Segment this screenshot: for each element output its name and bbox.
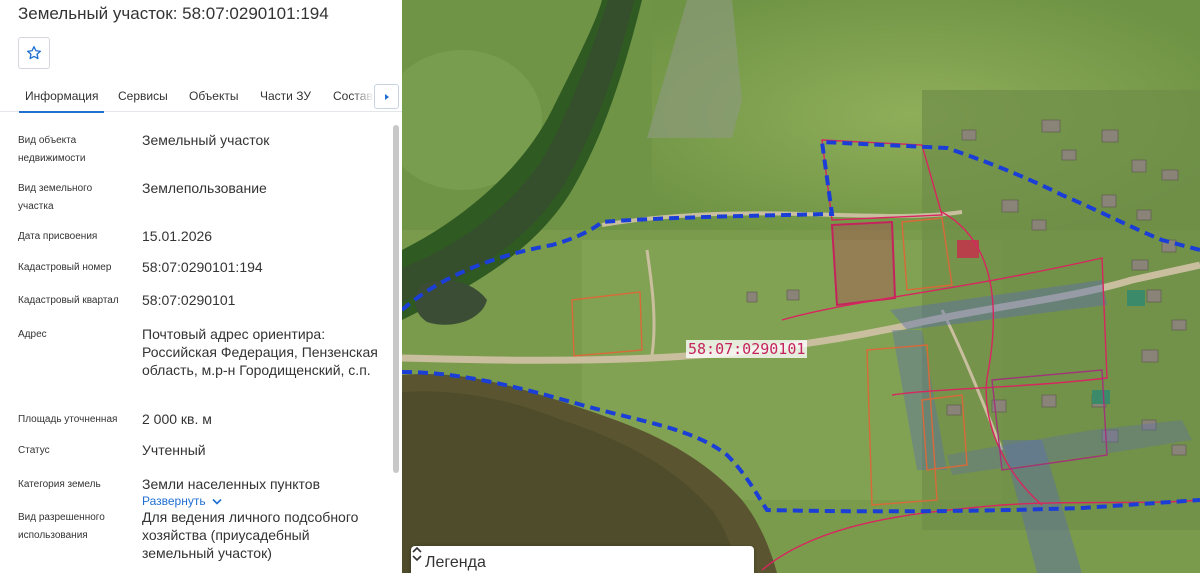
- favorite-button[interactable]: [18, 37, 50, 69]
- property-list: Вид объекта недвижимости Земельный участ…: [0, 112, 392, 573]
- tab-parts[interactable]: Части ЗУ: [260, 89, 311, 103]
- property-label-assign-date: Дата присвоения: [18, 231, 98, 242]
- tab-services[interactable]: Сервисы: [118, 89, 168, 103]
- legend-panel[interactable]: Легенда: [411, 546, 754, 573]
- property-value-object-type: Земельный участок: [142, 132, 270, 148]
- tabs-next-button[interactable]: [374, 84, 399, 109]
- satellite-map[interactable]: [402, 0, 1200, 573]
- property-value-land-category: Земли населенных пунктов: [142, 476, 321, 492]
- green-roof-building: [1127, 290, 1145, 306]
- expand-label: Развернуть: [142, 494, 206, 508]
- chevron-right-icon: [384, 93, 389, 100]
- property-value-cadastral-number: 58:07:0290101:194: [142, 259, 263, 275]
- property-label-cadastral-number: Кадастровый номер: [18, 262, 112, 273]
- property-label-status: Статус: [18, 445, 50, 456]
- property-value-cadastral-quarter: 58:07:0290101: [142, 292, 236, 308]
- property-label-area: Площадь уточненная: [18, 414, 118, 425]
- tab-objects[interactable]: Объекты: [189, 89, 239, 103]
- property-label-address: Адрес: [18, 329, 47, 340]
- property-label-parcel-type: Вид земельного участка: [18, 183, 93, 212]
- chevron-up-down-icon[interactable]: [411, 546, 423, 562]
- legend-title: Легенда: [425, 554, 486, 571]
- property-value-address: Почтовый адрес ориентира: Российская Фед…: [142, 326, 378, 378]
- map-view[interactable]: 58:07:0290101 Легенда: [402, 0, 1200, 573]
- panel-scrollbar[interactable]: [393, 125, 399, 473]
- info-panel: Земельный участок: 58:07:0290101:194 Инф…: [0, 0, 402, 573]
- property-label-object-type: Вид объекта недвижимости: [18, 135, 86, 164]
- property-value-area: 2 000 кв. м: [142, 411, 212, 427]
- property-label-cadastral-quarter: Кадастровый квартал: [18, 295, 119, 306]
- property-label-land-category: Категория земель: [18, 479, 101, 490]
- tab-fade: [352, 82, 374, 110]
- property-value-assign-date: 15.01.2026: [142, 228, 213, 244]
- tab-info[interactable]: Информация: [18, 89, 106, 113]
- expand-address-link[interactable]: Развернуть: [142, 494, 222, 508]
- property-value-status: Учтенный: [142, 442, 206, 458]
- property-value-permitted-use: Для ведения личного подсобного хозяйства…: [142, 509, 359, 561]
- property-value-parcel-type: Землепользование: [142, 180, 267, 196]
- red-roof-building: [957, 240, 979, 258]
- page-title: Земельный участок: 58:07:0290101:194: [18, 4, 329, 23]
- cadastral-quarter-label: 58:07:0290101: [686, 340, 808, 358]
- chevron-down-icon: [212, 498, 222, 505]
- green-roof-building-2: [1092, 390, 1110, 404]
- property-label-permitted-use: Вид разрешенного использования: [18, 512, 105, 541]
- star-outline-icon: [27, 46, 41, 60]
- tab-bar: Информация Сервисы Объекты Части ЗУ Сост…: [0, 80, 402, 113]
